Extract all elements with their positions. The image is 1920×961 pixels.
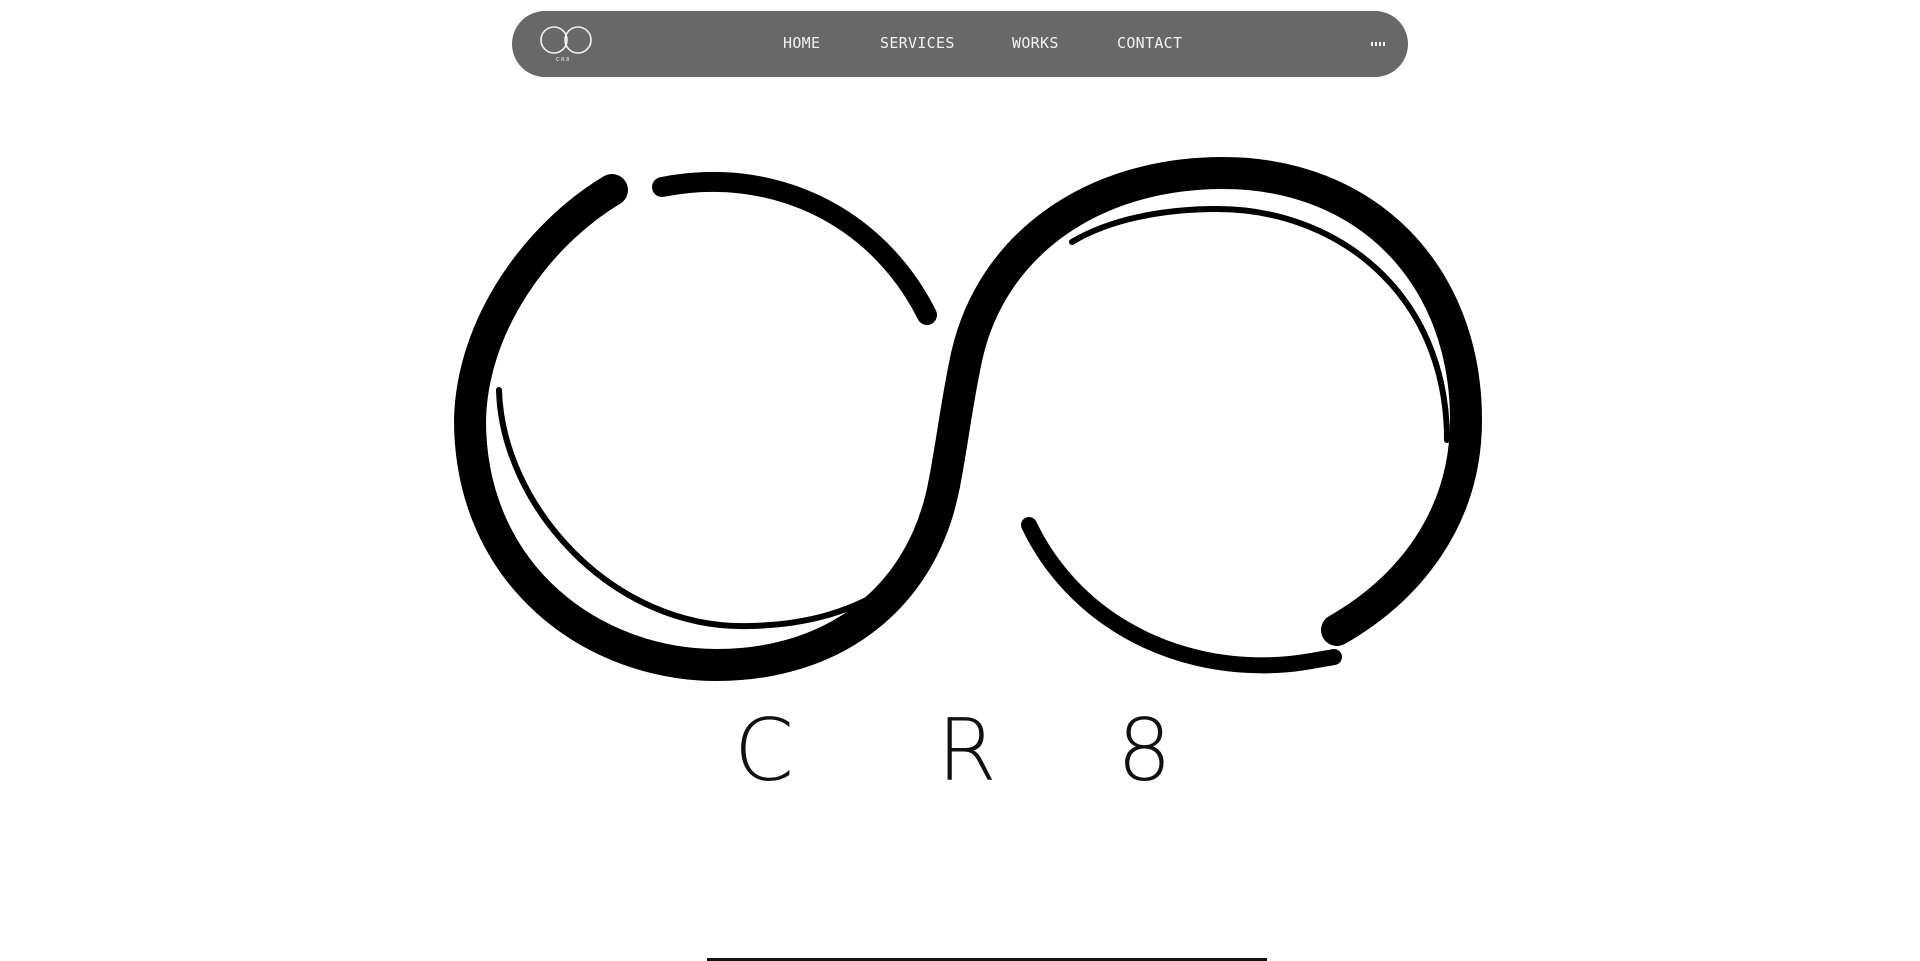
hero-letter-8: 8 bbox=[1117, 701, 1172, 801]
grid-menu-icon[interactable] bbox=[1367, 35, 1389, 53]
hero-letter-c: C bbox=[734, 701, 795, 801]
nav-link-contact[interactable]: CONTACT bbox=[1117, 34, 1182, 52]
nav-link-home[interactable]: HOME bbox=[783, 34, 820, 52]
top-navbar: C R 8 HOME SERVICES WORKS CONTACT bbox=[512, 11, 1408, 77]
nav-link-services[interactable]: SERVICES bbox=[880, 34, 955, 52]
hero-letter-r: R bbox=[937, 701, 997, 801]
nav-link-works[interactable]: WORKS bbox=[1012, 34, 1059, 52]
page: C R 8 HOME SERVICES WORKS CONTACT C R 8 bbox=[0, 0, 1920, 961]
nav-links: HOME SERVICES WORKS CONTACT bbox=[512, 11, 1408, 77]
